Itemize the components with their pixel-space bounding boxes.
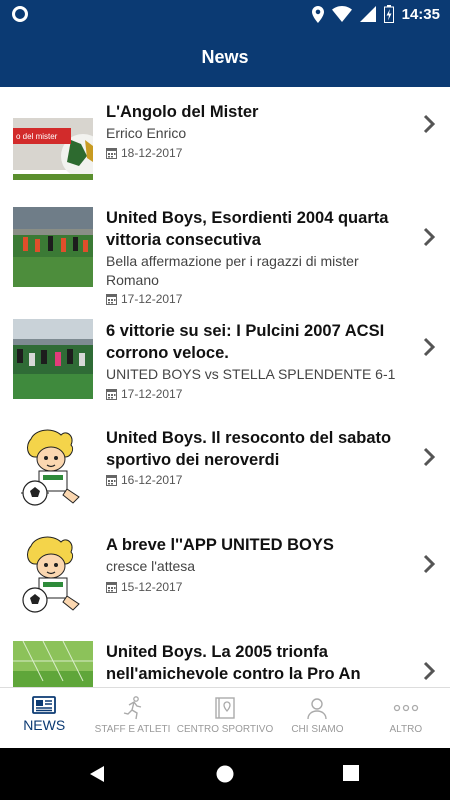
news-title: United Boys. Il resoconto del sabato spo… bbox=[106, 429, 392, 469]
runner-icon bbox=[123, 696, 141, 720]
news-date-text: 17-12-2017 bbox=[121, 387, 183, 401]
bottom-navigation: NEWS STAFF E ATLETI CENTRO SPORTIVO CHI … bbox=[0, 687, 450, 748]
app-bar: News bbox=[0, 28, 450, 87]
tab-chi-siamo[interactable]: CHI SIAMO bbox=[273, 688, 361, 748]
person-icon bbox=[307, 698, 328, 720]
tab-label: ALTRO bbox=[389, 724, 423, 735]
chevron-right-icon[interactable] bbox=[422, 227, 436, 247]
chevron-right-icon[interactable] bbox=[422, 337, 436, 357]
newspaper-icon bbox=[32, 696, 57, 714]
tab-news[interactable]: NEWS bbox=[0, 688, 88, 748]
status-bar: 14:35 bbox=[0, 0, 450, 28]
chevron-right-icon[interactable] bbox=[422, 447, 436, 467]
news-title: L'Angolo del Mister bbox=[106, 103, 259, 121]
location-icon bbox=[311, 5, 324, 23]
news-title: United Boys, Esordienti 2004 quarta vitt… bbox=[106, 209, 389, 249]
more-dots-icon bbox=[393, 704, 418, 712]
news-date-text: 17-12-2017 bbox=[121, 292, 183, 306]
signal-icon bbox=[359, 6, 376, 22]
news-item[interactable]: o del mister L'Angolo del Mister Errico … bbox=[0, 87, 450, 193]
news-item[interactable]: 6 vittorie su sei: I Pulcini 2007 ACSI c… bbox=[0, 306, 450, 413]
news-subtitle: Bella affermazione per i ragazzi di mist… bbox=[106, 253, 359, 288]
back-icon[interactable] bbox=[88, 765, 106, 783]
news-date-text: 15-12-2017 bbox=[121, 580, 183, 594]
calendar-icon bbox=[106, 475, 117, 486]
news-date: 16-12-2017 bbox=[106, 473, 182, 487]
recents-icon[interactable] bbox=[343, 765, 359, 781]
calendar-icon bbox=[106, 148, 117, 159]
news-thumbnail bbox=[13, 534, 93, 614]
news-item[interactable]: United Boys. Il resoconto del sabato spo… bbox=[0, 413, 450, 520]
wifi-icon bbox=[331, 6, 352, 22]
tab-label: CHI SIAMO bbox=[291, 724, 344, 735]
news-item[interactable]: United Boys, Esordienti 2004 quarta vitt… bbox=[0, 193, 450, 306]
news-subtitle: Errico Enrico bbox=[106, 125, 187, 141]
news-thumbnail bbox=[13, 319, 93, 399]
tab-label: NEWS bbox=[23, 717, 66, 733]
news-date: 15-12-2017 bbox=[106, 580, 182, 594]
tab-altro[interactable]: ALTRO bbox=[362, 688, 450, 748]
news-title: United Boys. La 2005 trionfa nell'amiche… bbox=[106, 643, 361, 683]
system-navigation-bar bbox=[0, 748, 450, 800]
home-icon[interactable] bbox=[216, 765, 234, 783]
news-date: 17-12-2017 bbox=[106, 387, 182, 401]
map-book-icon bbox=[215, 697, 235, 719]
status-time: 14:35 bbox=[401, 5, 440, 23]
tab-label: CENTRO SPORTIVO bbox=[176, 724, 274, 735]
news-item[interactable]: United Boys. La 2005 trionfa nell'amiche… bbox=[0, 627, 450, 687]
news-date-text: 16-12-2017 bbox=[121, 473, 183, 487]
news-thumbnail bbox=[13, 641, 93, 687]
news-item[interactable]: A breve l''APP UNITED BOYS cresce l'atte… bbox=[0, 520, 450, 627]
news-date: 18-12-2017 bbox=[106, 146, 182, 160]
calendar-icon bbox=[106, 389, 117, 400]
news-thumbnail bbox=[13, 207, 93, 287]
page-title: News bbox=[201, 47, 249, 67]
chevron-right-icon[interactable] bbox=[422, 554, 436, 574]
news-date: 17-12-2017 bbox=[106, 292, 182, 306]
chevron-right-icon[interactable] bbox=[422, 661, 436, 681]
thumb-caption: o del mister bbox=[16, 132, 58, 141]
news-title: A breve l''APP UNITED BOYS bbox=[106, 536, 334, 554]
news-subtitle: cresce l'attesa bbox=[106, 558, 196, 574]
tab-staff-e-atleti[interactable]: STAFF E ATLETI bbox=[88, 688, 176, 748]
news-date-text: 18-12-2017 bbox=[121, 146, 183, 160]
chevron-right-icon[interactable] bbox=[422, 114, 436, 134]
news-thumbnail: o del mister bbox=[13, 100, 93, 180]
news-subtitle: UNITED BOYS vs STELLA SPLENDENTE 6-1 bbox=[106, 366, 396, 382]
status-icons: 14:35 bbox=[311, 4, 440, 24]
news-title: 6 vittorie su sei: I Pulcini 2007 ACSI c… bbox=[106, 322, 385, 362]
calendar-icon bbox=[106, 294, 117, 305]
tab-label: STAFF E ATLETI bbox=[94, 724, 171, 735]
notification-icon bbox=[12, 6, 28, 22]
tab-centro-sportivo[interactable]: CENTRO SPORTIVO bbox=[176, 688, 274, 748]
news-list[interactable]: o del mister L'Angolo del Mister Errico … bbox=[0, 87, 450, 687]
battery-charging-icon bbox=[383, 5, 394, 23]
calendar-icon bbox=[106, 582, 117, 593]
news-thumbnail bbox=[13, 427, 93, 507]
